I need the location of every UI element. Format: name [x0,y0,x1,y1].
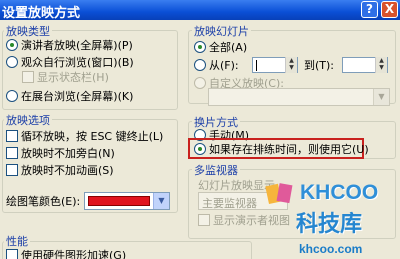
watermark-chinese: 科技库 [296,212,363,237]
window-title: 设置放映方式 [2,6,81,21]
radio-viewer-label: 观众自行浏览(窗口)(B) [21,56,134,69]
chevron-down-icon[interactable]: ▼ [153,193,169,209]
close-button[interactable]: X [381,1,398,18]
radio-from[interactable]: 从(F): [194,58,239,72]
radio-kiosk[interactable]: 在展台浏览(全屏幕)(K) [6,89,133,103]
to-label: 到(T): [304,59,335,72]
checkbox-no-narration[interactable]: 放映时不加旁白(N) [6,146,115,160]
from-slide-input[interactable]: ▲ ▼ [252,57,298,73]
radio-kiosk-label: 在展台浏览(全屏幕)(K) [21,90,134,103]
radio-from-dot[interactable] [194,59,206,71]
radio-kiosk-dot[interactable] [6,90,18,102]
checkbox-loop-box[interactable] [6,130,18,142]
checkbox-no-animation-box[interactable] [6,164,18,176]
display-on-value: 主要监视器 [202,197,257,210]
watermark-url: khcoo.com [299,242,363,256]
multi-monitor-label: 多监视器 [192,162,240,178]
checkbox-loop-label: 循环放映，按 ESC 键终止(L) [21,130,164,143]
radio-all-slides-dot[interactable] [194,41,206,53]
radio-viewer[interactable]: 观众自行浏览(窗口)(B) [6,55,134,69]
to-slide-input[interactable]: ▲ ▼ [342,57,388,73]
radio-use-timings[interactable]: 如果存在排练时间，则使用它(U) [194,142,369,156]
spin-arrows-icon[interactable]: ▲ ▼ [285,57,297,73]
checkbox-presenter-view-box[interactable] [198,214,210,226]
watermark-logo-icon [265,183,293,205]
checkbox-status-bar-label: 显示状态栏(H) [37,71,109,84]
checkbox-status-bar[interactable]: 显示状态栏(H) [22,70,109,84]
checkbox-no-narration-label: 放映时不加旁白(N) [21,147,115,160]
radio-use-timings-dot[interactable] [194,143,206,155]
checkbox-presenter-view[interactable]: 显示演示者视图 [198,213,290,227]
checkbox-hardware-accel[interactable]: 使用硬件图形加速(G) [6,248,126,259]
checkbox-loop[interactable]: 循环放映，按 ESC 键终止(L) [6,129,163,143]
pen-color-dropdown[interactable]: ▼ [84,192,170,210]
radio-presenter[interactable]: 演讲者放映(全屏幕)(P) [6,38,133,52]
radio-presenter-dot[interactable] [6,39,18,51]
show-options-label: 放映选项 [4,112,52,128]
text-cursor [256,60,257,71]
checkbox-no-animation[interactable]: 放映时不加动画(S) [6,163,114,177]
checkbox-no-narration-box[interactable] [6,147,18,159]
chevron-down-icon[interactable]: ▼ [373,89,389,105]
radio-custom-show-dot[interactable] [194,77,206,89]
help-button[interactable]: ? [361,1,378,18]
pen-color-swatch [88,196,150,206]
radio-viewer-dot[interactable] [6,56,18,68]
show-slides-label: 放映幻灯片 [192,23,251,39]
radio-from-label: 从(F): [209,59,239,72]
watermark-brand: KHCOO [300,181,379,204]
radio-use-timings-label: 如果存在排练时间，则使用它(U) [209,143,369,156]
checkbox-no-animation-label: 放映时不加动画(S) [21,164,114,177]
radio-presenter-label: 演讲者放映(全屏幕)(P) [21,39,133,52]
custom-show-dropdown[interactable]: ▼ [208,88,390,106]
checkbox-hardware-accel-label: 使用硬件图形加速(G) [21,249,127,259]
spin-arrows-icon[interactable]: ▲ ▼ [375,57,387,73]
radio-all-slides[interactable]: 全部(A) [194,40,247,54]
radio-all-slides-label: 全部(A) [209,41,248,54]
pen-color-label: 绘图笔颜色(E): [6,195,81,208]
checkbox-status-bar-box[interactable] [22,71,34,83]
display-on-label: 幻灯片放映显示 [198,179,275,192]
checkbox-hardware-accel-box[interactable] [6,249,18,259]
checkbox-presenter-view-label: 显示演示者视图 [213,214,290,227]
